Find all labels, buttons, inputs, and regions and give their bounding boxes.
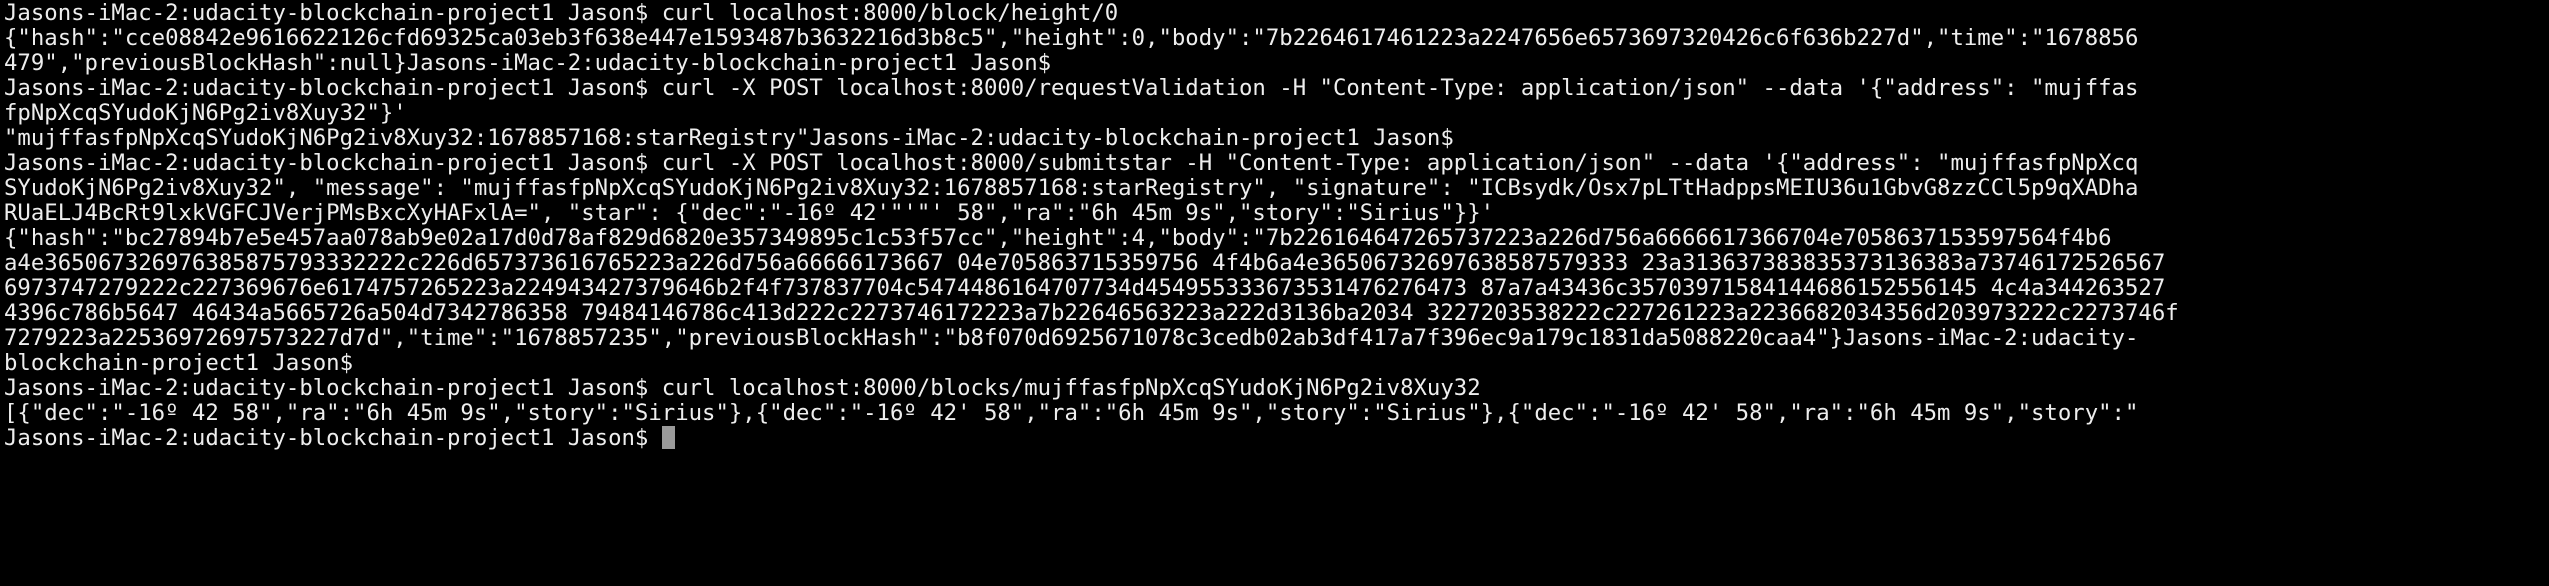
terminal-line: blockchain-project1 Jason$ (4, 351, 354, 376)
active-prompt-line[interactable]: Jasons-iMac-2:udacity-blockchain-project… (4, 426, 2549, 451)
terminal-window[interactable]: Jasons-iMac-2:udacity-blockchain-project… (0, 0, 2549, 586)
terminal-line: 479","previousBlockHash":null}Jasons-iMa… (4, 51, 1052, 76)
terminal-line: 6973747279222c227369676e6174757265223a22… (4, 276, 2166, 301)
terminal-line: "mujffasfpNpXcqSYudoKjN6Pg2iv8Xuy32:1678… (4, 126, 1454, 151)
terminal-line: 4396c786b5647 46434a5665726a504d73427863… (4, 301, 2179, 326)
terminal-line: {"hash":"bc27894b7e5e457aa078ab9e02a17d0… (4, 226, 2112, 251)
terminal-line: 7279223a22536972697573227d7d","time":"16… (4, 326, 2139, 351)
terminal-line: a4e365067326976385875793332222c226d65737… (4, 251, 2166, 276)
terminal-line: [{"dec":"-16º 42 58","ra":"6h 45m 9s","s… (4, 401, 2139, 426)
terminal-line: Jasons-iMac-2:udacity-blockchain-project… (4, 76, 2139, 101)
terminal-line: {"hash":"cce08842e9616622126cfd69325ca03… (4, 26, 2139, 51)
terminal-line: RUaELJ4BcRt9lxkVGFCJVerjPMsBxcXyHAFxlA="… (4, 201, 1495, 226)
terminal-line: fpNpXcqSYudoKjN6Pg2iv8Xuy32"}' (4, 101, 407, 126)
terminal-line: Jasons-iMac-2:udacity-blockchain-project… (4, 376, 1481, 401)
terminal-line: SYudoKjN6Pg2iv8Xuy32", "message": "mujff… (4, 176, 2139, 201)
terminal-line: Jasons-iMac-2:udacity-blockchain-project… (4, 1, 1119, 26)
shell-prompt: Jasons-iMac-2:udacity-blockchain-project… (4, 426, 662, 451)
text-cursor[interactable] (661, 426, 675, 449)
terminal-line: Jasons-iMac-2:udacity-blockchain-project… (4, 151, 2139, 176)
